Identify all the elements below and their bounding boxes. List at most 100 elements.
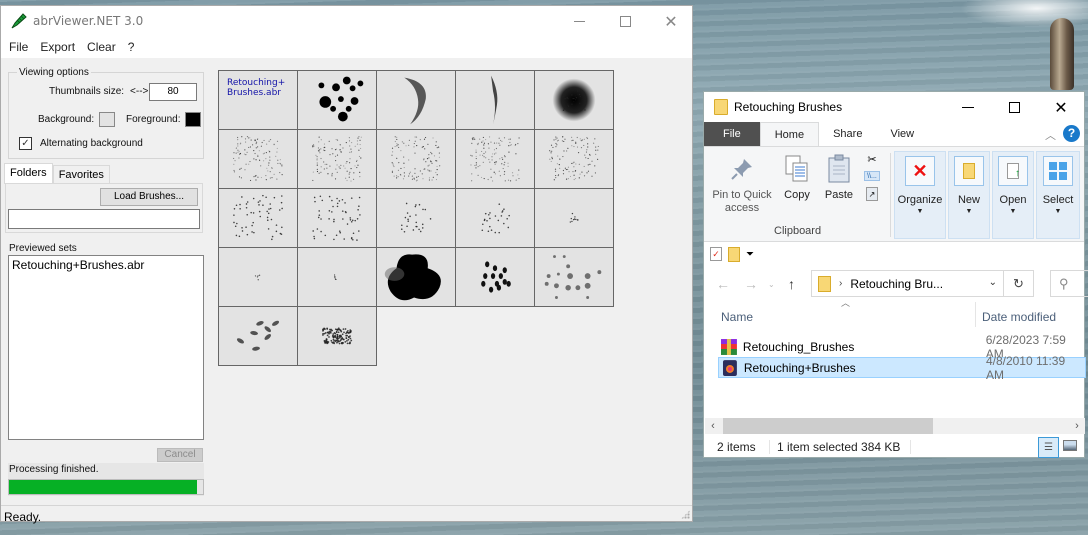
menu-help[interactable]: ? <box>122 40 141 54</box>
column-header-name[interactable]: Name <box>721 310 753 324</box>
abrviewer-titlebar[interactable]: abrViewer.NET 3.0 ✕ <box>1 6 692 36</box>
viewing-options-legend: Viewing options <box>17 67 91 78</box>
customize-qat-icon[interactable]: ⏷ <box>746 249 754 260</box>
load-brushes-button[interactable]: Load Brushes... <box>100 188 198 206</box>
brush-thumbnail[interactable] <box>535 130 614 189</box>
horizontal-scrollbar[interactable]: ‹ › <box>705 418 1085 434</box>
properties-icon[interactable]: ✓ <box>710 247 722 261</box>
caption-line: Brushes.abr <box>227 88 281 98</box>
brush-thumbnail[interactable] <box>535 189 614 248</box>
scrollbar-thumb[interactable] <box>723 418 933 434</box>
brush-thumbnail[interactable] <box>298 307 377 366</box>
refresh-icon[interactable]: ↻ <box>1003 271 1033 296</box>
scroll-right-icon[interactable]: › <box>1069 418 1085 434</box>
background-color-swatch[interactable] <box>99 112 116 127</box>
column-header-date[interactable]: Date modified <box>982 310 1056 324</box>
up-arrow-icon[interactable]: ↑ <box>788 276 795 292</box>
tab-folders[interactable]: Folders <box>4 163 53 184</box>
brush-thumbnail[interactable] <box>456 130 535 189</box>
brush-thumbnail[interactable] <box>456 71 535 130</box>
address-bar[interactable]: › Retouching Bru... ⌄ ↻ <box>811 270 1034 297</box>
select-button[interactable]: Select ▼ <box>1036 151 1080 239</box>
brush-thumbnail[interactable] <box>377 71 456 130</box>
explorer-titlebar[interactable]: Retouching Brushes ✕ <box>704 92 1084 122</box>
ribbon-tab-home[interactable]: Home <box>759 122 820 146</box>
folder-path-input[interactable] <box>8 209 200 229</box>
new-button[interactable]: New ▼ <box>948 151 990 239</box>
search-input[interactable]: ⚲ <box>1050 270 1088 297</box>
forward-arrow-icon[interactable]: → <box>744 276 758 292</box>
brush-thumbnail[interactable] <box>298 248 377 307</box>
details-view-icon[interactable]: ☰ <box>1038 437 1059 458</box>
close-icon: ✕ <box>664 11 678 31</box>
cut-icon[interactable]: ✂ <box>864 151 880 167</box>
ribbon-tab-share[interactable]: Share <box>819 122 876 146</box>
ribbon-tab-view[interactable]: View <box>876 122 928 146</box>
sort-ascending-icon: ︿ <box>841 298 851 308</box>
large-icons-view-icon[interactable] <box>1063 440 1077 451</box>
collapse-ribbon-icon[interactable]: ︿ <box>1045 127 1056 143</box>
paste-label: Paste <box>824 189 854 201</box>
brush-thumbnail[interactable] <box>456 189 535 248</box>
brush-preview-scatter-small <box>400 202 432 233</box>
brush-preview-scatter-dense <box>549 136 599 181</box>
brush-thumbnail[interactable] <box>456 248 535 307</box>
ribbon-tab-file[interactable]: File <box>704 122 760 146</box>
address-dropdown-icon[interactable]: ⌄ <box>989 277 997 288</box>
file-date: 4/8/2010 11:39 AM <box>985 353 1066 382</box>
open-button[interactable]: ↑ Open ▼ <box>992 151 1034 239</box>
brush-thumbnail[interactable] <box>219 307 298 366</box>
organize-label: Organize <box>897 194 943 206</box>
file-row-selected[interactable]: Retouching+Brushes 4/8/2010 11:39 AM <box>718 354 1086 382</box>
menu-export[interactable]: Export <box>34 40 81 54</box>
explorer-maximize-button[interactable] <box>991 92 1037 122</box>
back-arrow-icon[interactable]: ← <box>716 276 730 292</box>
item-count: 2 items <box>717 440 756 454</box>
select-label: Select <box>1042 194 1074 206</box>
resize-grip-icon[interactable] <box>681 510 690 519</box>
new-folder-qat-icon[interactable] <box>728 246 740 262</box>
thumbnail-size-input[interactable]: 80 <box>149 83 197 101</box>
brush-thumbnail[interactable] <box>219 130 298 189</box>
maximize-button[interactable] <box>602 6 648 36</box>
explorer-close-button[interactable]: ✕ <box>1038 92 1084 122</box>
brush-thumbnail[interactable] <box>298 71 377 130</box>
close-button[interactable]: ✕ <box>648 6 694 36</box>
brush-thumbnail[interactable] <box>298 130 377 189</box>
brush-thumbnail[interactable] <box>298 189 377 248</box>
tab-favorites[interactable]: Favorites <box>52 165 110 184</box>
status-text: Ready. <box>4 510 42 524</box>
brush-thumbnail[interactable] <box>219 248 298 307</box>
brush-thumbnail[interactable] <box>535 248 614 307</box>
navigation-bar: ← → ⌄ ↑ › Retouching Bru... ⌄ ↻ ⚲ <box>704 266 1088 302</box>
copy-button[interactable]: Copy <box>780 153 814 202</box>
list-item[interactable]: Retouching+Brushes.abr <box>12 258 200 272</box>
thumbnail-size-label: Thumbnails size: <box>49 86 125 97</box>
brush-thumbnail[interactable] <box>377 189 456 248</box>
column-separator[interactable] <box>975 302 976 327</box>
previewed-sets-list[interactable]: Retouching+Brushes.abr <box>8 255 204 440</box>
alternating-background-checkbox[interactable]: ✓ <box>19 137 32 150</box>
menu-clear[interactable]: Clear <box>81 40 122 54</box>
cancel-button[interactable]: Cancel <box>157 448 203 462</box>
menu-file[interactable]: File <box>3 40 34 54</box>
brush-thumbnail[interactable]: Retouching+ Brushes.abr <box>219 71 298 130</box>
brush-thumbnail[interactable] <box>219 189 298 248</box>
copy-path-icon[interactable]: \\... <box>864 171 880 181</box>
paste-button[interactable]: Paste <box>822 153 856 202</box>
brush-thumbnail[interactable] <box>535 71 614 130</box>
viewing-options-group: Viewing options Thumbnails size: <--> 80… <box>8 67 204 159</box>
minimize-button[interactable] <box>556 6 602 36</box>
minimize-icon <box>573 20 585 22</box>
brush-thumbnail[interactable] <box>377 130 456 189</box>
scroll-left-icon[interactable]: ‹ <box>705 418 721 434</box>
help-icon[interactable]: ? <box>1063 125 1080 142</box>
pin-label-2: access <box>724 202 760 214</box>
organize-button[interactable]: ✕ Organize ▼ <box>894 151 946 239</box>
pin-to-quick-access-button[interactable]: Pin to Quick access <box>710 153 774 215</box>
paste-shortcut-icon[interactable]: ↗ <box>866 187 878 201</box>
foreground-color-swatch[interactable] <box>185 112 202 127</box>
recent-locations-icon[interactable]: ⌄ <box>768 280 775 289</box>
brush-thumbnail[interactable] <box>377 248 456 307</box>
explorer-minimize-button[interactable] <box>945 92 991 122</box>
